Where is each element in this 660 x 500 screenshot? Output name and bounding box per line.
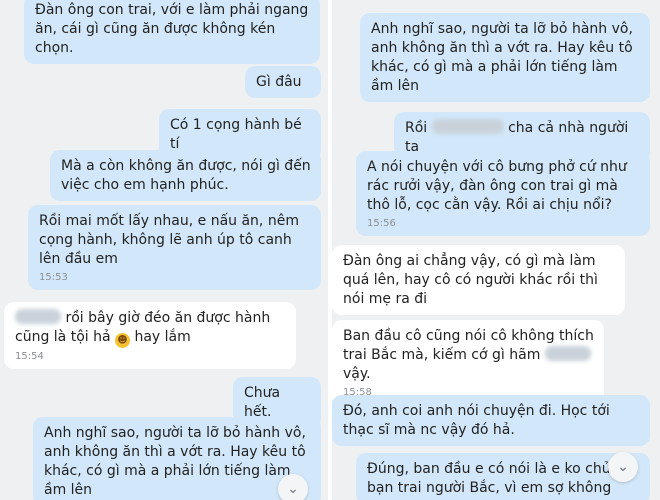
message-text-before: Rồi bbox=[405, 120, 428, 136]
message-bubble-outgoing: Đó, anh coi anh nói chuyện đi. Học tới t… bbox=[332, 395, 650, 446]
chat-panel-right[interactable]: Anh nghĩ sao, người ta lỡ bỏ hành vô, an… bbox=[332, 0, 660, 500]
chat-panel-left[interactable]: Đàn ông con trai, với e làm phải ngang ă… bbox=[0, 0, 328, 500]
screenshot-collage: Đàn ông con trai, với e làm phải ngang ă… bbox=[0, 0, 660, 500]
message-text: Anh nghĩ sao, người ta lỡ bỏ hành vô, an… bbox=[371, 21, 633, 94]
message-bubble-outgoing: Mà a còn không ăn được, nói gì đến việc … bbox=[50, 150, 321, 201]
smiling-face-icon: ☻ bbox=[115, 333, 130, 348]
message-timestamp: 15:54 bbox=[15, 351, 44, 362]
scroll-down-button[interactable]: ⌄ bbox=[608, 452, 638, 482]
message-timestamp: 15:53 bbox=[39, 272, 68, 283]
message-text: Mà a còn không ăn được, nói gì đến việc … bbox=[61, 158, 311, 193]
message-text-after: vậy. bbox=[343, 366, 371, 382]
redacted-blur bbox=[15, 309, 61, 324]
scroll-down-button[interactable]: ⌄ bbox=[278, 474, 308, 500]
message-text: Đó, anh coi anh nói chuyện đi. Học tới t… bbox=[343, 403, 610, 438]
message-text: Đúng, ban đầu e có nói là e ko chủ tìm b… bbox=[367, 461, 639, 496]
message-bubble-outgoing: Rồi mai mốt lấy nhau, e nấu ăn, nêm cọng… bbox=[28, 205, 321, 290]
message-text: Anh nghĩ sao, người ta lỡ bỏ hành vô, an… bbox=[44, 425, 306, 498]
message-bubble-outgoing: A nói chuyện với cô bưng phở cứ như rác … bbox=[356, 151, 650, 236]
message-timestamp: 15:56 bbox=[367, 218, 396, 229]
message-bubble-incoming: Đàn ông ai chẳng vậy, có gì mà làm quá l… bbox=[332, 245, 625, 315]
message-text: A nói chuyện với cô bưng phở cứ như rác … bbox=[367, 159, 627, 213]
chevron-down-icon: ⌄ bbox=[617, 459, 629, 475]
redacted-blur bbox=[431, 119, 504, 134]
message-text: Đàn ông con trai, với e làm phải ngang ă… bbox=[35, 2, 309, 56]
chevron-down-icon: ⌄ bbox=[287, 481, 299, 497]
message-text: Rồi mai mốt lấy nhau, e nấu ăn, nêm cọng… bbox=[39, 213, 299, 267]
message-bubble-incoming: rồi bây giờ đéo ăn được hành cũng là tội… bbox=[4, 302, 296, 369]
message-bubble-outgoing: Anh nghĩ sao, người ta lỡ bỏ hành vô, an… bbox=[360, 13, 650, 102]
message-bubble-incoming: Ban đầu cô cũng nói cô không thích trai … bbox=[332, 320, 604, 405]
message-text: Gì đâu bbox=[256, 74, 302, 90]
redacted-blur bbox=[544, 346, 591, 361]
message-text: Đàn ông ai chẳng vậy, có gì mà làm quá l… bbox=[343, 253, 598, 307]
message-bubble-outgoing: Đúng, ban đầu e có nói là e ko chủ tìm b… bbox=[356, 453, 650, 500]
message-bubble-outgoing: Đàn ông con trai, với e làm phải ngang ă… bbox=[24, 0, 320, 64]
message-text-after: hay lắm bbox=[134, 329, 191, 345]
message-text: Chưa hết. bbox=[244, 385, 281, 420]
message-bubble-outgoing: Gì đâu bbox=[245, 66, 321, 98]
message-text: Có 1 cọng hành bé tí bbox=[170, 117, 302, 152]
